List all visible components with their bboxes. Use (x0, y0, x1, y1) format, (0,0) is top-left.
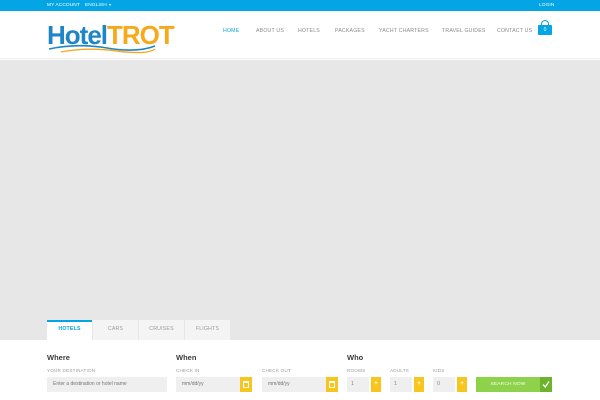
check-out-label: CHECK OUT (262, 368, 291, 373)
when-title: When (176, 353, 197, 362)
rooms-input[interactable]: 1 (347, 377, 369, 392)
check-in-input[interactable] (176, 377, 240, 392)
nav-about-us[interactable]: ABOUT US (256, 25, 284, 37)
check-in-calendar-button[interactable] (240, 377, 252, 392)
search-now-label: SEARCH NOW (490, 382, 526, 387)
rooms-increment-button[interactable]: + (371, 377, 381, 392)
site-header: HotelTROT HOME ABOUT US HOTELS PACKAGES … (0, 11, 600, 59)
adults-label: ADULTS (390, 368, 409, 373)
calendar-icon (243, 381, 249, 388)
tab-flights[interactable]: FLIGHTS (185, 320, 230, 340)
calendar-icon (329, 381, 335, 388)
check-out-input[interactable] (262, 377, 326, 392)
checkmark-icon (540, 377, 552, 392)
kids-input[interactable]: 0 (433, 377, 455, 392)
kids-label: KIDS (433, 368, 445, 373)
language-selector[interactable]: ENGLISH (85, 2, 111, 9)
rooms-label: ROOMS (347, 368, 366, 373)
nav-hotels[interactable]: HOTELS (298, 25, 320, 37)
nav-home[interactable]: HOME (223, 25, 239, 37)
check-out-calendar-button[interactable] (326, 377, 338, 392)
top-bar: MY ACCOUNT ENGLISH LOGIN (0, 0, 600, 11)
destination-label: YOUR DESTINATION (47, 368, 96, 373)
my-account-link[interactable]: MY ACCOUNT (47, 2, 80, 9)
check-in-label: CHECK IN (176, 368, 200, 373)
language-label: ENGLISH (85, 3, 107, 8)
hero-slider (0, 60, 600, 340)
tab-cars[interactable]: CARS (93, 320, 138, 340)
adults-input[interactable]: 1 (390, 377, 412, 392)
tab-cruises[interactable]: CRUISES (139, 320, 184, 340)
login-link[interactable]: LOGIN (539, 2, 554, 9)
adults-increment-button[interactable]: + (414, 377, 424, 392)
who-title: Who (347, 353, 364, 362)
kids-increment-button[interactable]: + (457, 377, 467, 392)
where-title: Where (47, 353, 70, 362)
nav-travel-guides[interactable]: TRAVEL GUIDES (442, 25, 486, 37)
destination-input[interactable] (47, 377, 167, 392)
cart-button[interactable]: 0 (538, 20, 552, 35)
site-logo[interactable]: HotelTROT (47, 21, 175, 54)
chevron-down-icon (108, 3, 111, 6)
nav-contact-us[interactable]: CONTACT US (497, 25, 532, 37)
logo-wave-graphic (48, 44, 156, 54)
cart-count: 0 (543, 27, 547, 33)
search-now-button[interactable]: SEARCH NOW (476, 377, 552, 392)
nav-packages[interactable]: PACKAGES (335, 25, 365, 37)
tab-hotels[interactable]: HOTELS (47, 320, 92, 340)
nav-yacht-charters[interactable]: YACHT CHARTERS (379, 25, 429, 37)
